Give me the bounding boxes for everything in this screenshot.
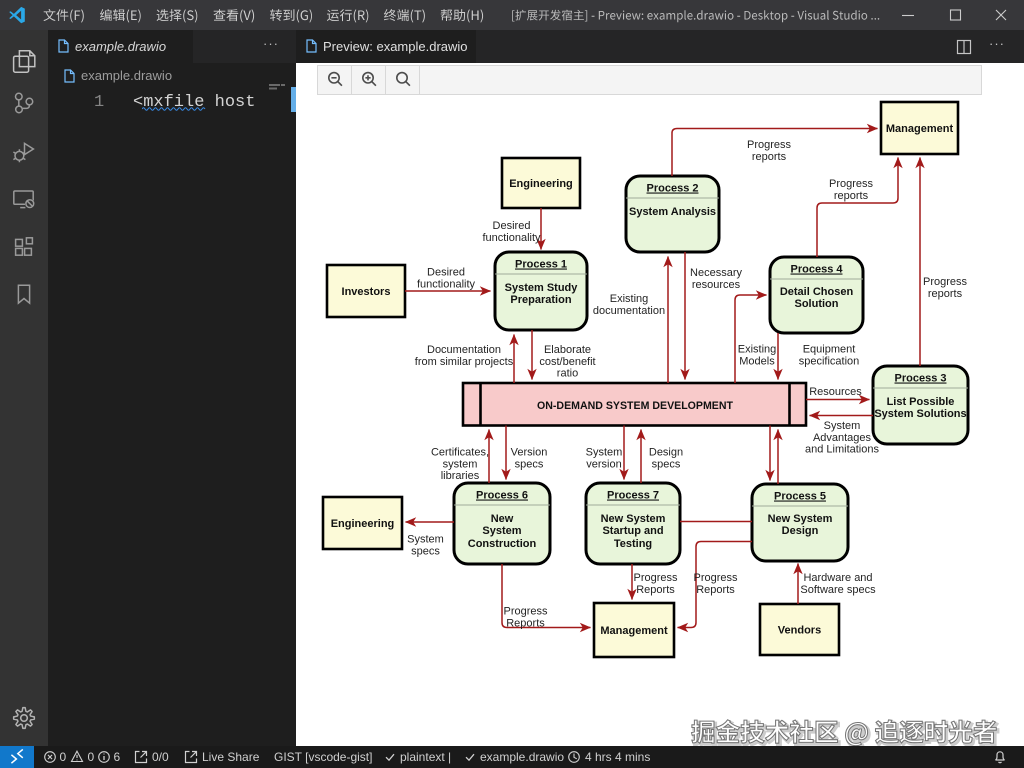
svg-text:plaintext |: plaintext | [400,750,451,764]
svg-text:0: 0 [88,750,95,764]
svg-text:4 hrs 4 mins: 4 hrs 4 mins [585,750,650,764]
svg-text:0: 0 [60,750,67,764]
svg-text:example.drawio: example.drawio [480,750,564,764]
svg-text:GIST [vscode-gist]: GIST [vscode-gist] [274,750,372,764]
svg-text:6: 6 [114,750,121,764]
svg-text:Live Share: Live Share [202,750,260,764]
svg-text:0/0: 0/0 [152,750,169,764]
